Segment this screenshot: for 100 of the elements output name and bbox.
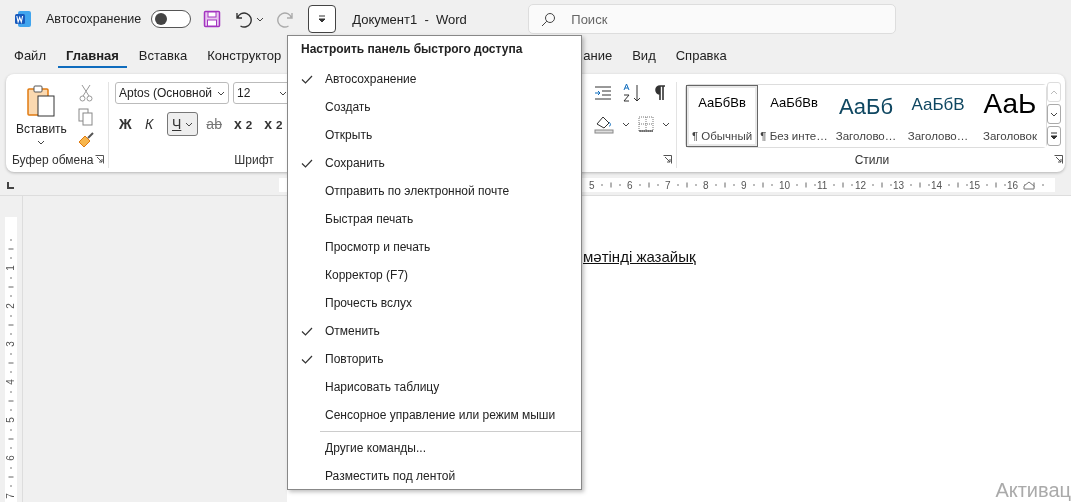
undo-icon[interactable] [233,10,254,28]
chevron-down-icon [185,121,194,127]
ruler-ticks [714,182,735,188]
pilcrow-icon[interactable] [654,85,666,101]
ruler-number: 7 [6,493,16,499]
more-caret-icon [317,15,328,23]
ruler-number: 2 [6,303,16,309]
chevron-up-icon [1050,89,1058,95]
ruler-number: 11 [817,179,828,191]
ruler-number: 8 [703,179,709,191]
dialog-launcher-icon[interactable] [95,155,104,164]
ruler-ticks [833,182,854,188]
more-caret-icon [1049,132,1059,140]
check-icon [300,354,313,364]
menu-item[interactable]: Другие команды... [288,434,581,462]
ruler-number: 16 [1007,179,1019,191]
document-text: мәтінді жазайық [583,248,696,265]
ribbon-tab[interactable]: Конструктор [199,44,290,68]
ruler-ticks [676,182,697,188]
menu-item[interactable]: Повторить [288,345,581,373]
style-gallery-item[interactable]: АаБбВв ¶ Обычный [686,85,758,147]
ruler-ticks [752,182,773,188]
indent-icon[interactable] [594,85,612,101]
menu-item[interactable]: Сохранить [288,149,581,177]
indent-marker-icon[interactable] [1023,180,1035,190]
ruler-number: 6 [627,179,633,191]
save-icon[interactable] [203,10,222,28]
ruler-number: 6 [6,455,16,461]
bold-button[interactable]: Ж [115,112,137,136]
ruler-ticks [638,182,659,188]
menu-item[interactable]: Сенсорное управление или режим мыши [288,401,581,429]
ruler-ticks [872,182,893,188]
ribbon-tab[interactable]: Файл [6,44,54,68]
ruler-ticks [910,182,931,188]
chevron-down-icon [217,90,225,96]
ruler-number: 9 [741,179,747,191]
underline-button[interactable]: Ч [167,112,199,136]
dialog-launcher-icon[interactable] [663,155,672,164]
window-title: Документ1 - Word [352,11,468,27]
activation-notice: Активац [995,479,1071,502]
ruler-number: 5 [6,417,16,423]
check-icon [300,74,313,84]
ruler-ticks [796,182,817,188]
menu-item[interactable]: Нарисовать таблицу [288,373,581,401]
ruler-number: 5 [589,179,595,191]
font-name-field[interactable]: Aptos (Основной [115,82,229,104]
menu-item[interactable]: Автосохранение [288,65,581,93]
word-logo-icon [14,10,32,28]
menu-item[interactable]: Корректор (F7) [288,261,581,289]
menu-title: Настроить панель быстрого доступа [300,42,524,58]
autosave-label: Автосохранение [46,12,142,26]
strikethrough-button[interactable]: ab [202,112,226,136]
italic-button[interactable]: К [141,112,163,136]
check-icon [300,326,313,336]
chevron-down-icon [37,140,46,145]
chevron-down-icon [662,121,670,127]
ruler-ticks [600,182,621,188]
chevron-down-icon [622,121,630,127]
ruler-number: 3 [6,341,16,347]
ruler-ticks [948,182,969,188]
gallery-more-button[interactable] [1047,126,1061,146]
ruler-number: 4 [6,379,16,385]
menu-item[interactable]: Отправить по электронной почте [288,177,581,205]
ribbon-tab[interactable]: Справка [667,44,735,68]
ribbon-tab[interactable]: Вид [624,44,664,68]
search-field[interactable]: Поиск [528,4,897,34]
ruler-number: 15 [969,179,981,191]
format-painter-icon[interactable] [76,132,95,150]
ruler-number: 10 [779,179,791,191]
menu-item[interactable]: Создать [288,93,581,121]
menu-item[interactable]: Прочесть вслух [288,289,581,317]
menu-item[interactable]: Быстрая печать [288,205,581,233]
ribbon-tab[interactable]: ание [575,44,621,68]
ruler-ticks [986,182,1007,188]
ruler-number: 13 [893,179,905,191]
dialog-launcher-icon[interactable] [1054,155,1063,164]
borders-icon[interactable] [638,116,654,132]
customize-toolbar-button[interactable] [308,5,337,33]
chevron-down-icon [1050,111,1058,117]
check-icon [300,158,313,168]
ruler-number: 1 [6,265,16,271]
undo-dropdown[interactable] [256,16,265,22]
menu-item[interactable]: Открыть [288,121,581,149]
shading-icon[interactable] [594,114,614,134]
clipboard-icon [26,84,57,118]
paste-button[interactable]: Вставить [12,82,71,153]
group-label: Буфер обмена [12,153,94,168]
chevron-down-icon [256,16,265,22]
ruler-number: 7 [665,179,671,191]
menu-item[interactable]: Просмотр и печать [288,233,581,261]
chevron-down-icon [279,90,287,96]
menu-item[interactable]: Отменить [288,317,581,345]
ribbon-tab[interactable]: Вставка [130,44,196,68]
ruler-number: 14 [931,179,943,191]
autosave-toggle[interactable] [151,10,192,28]
menu-item[interactable]: Разместить под лентой [288,462,581,490]
ribbon-tab[interactable]: Главная [57,44,127,68]
group-label: Шрифт [234,153,274,168]
group-label: Стили [854,153,890,168]
tab-stop-icon[interactable] [7,181,14,189]
